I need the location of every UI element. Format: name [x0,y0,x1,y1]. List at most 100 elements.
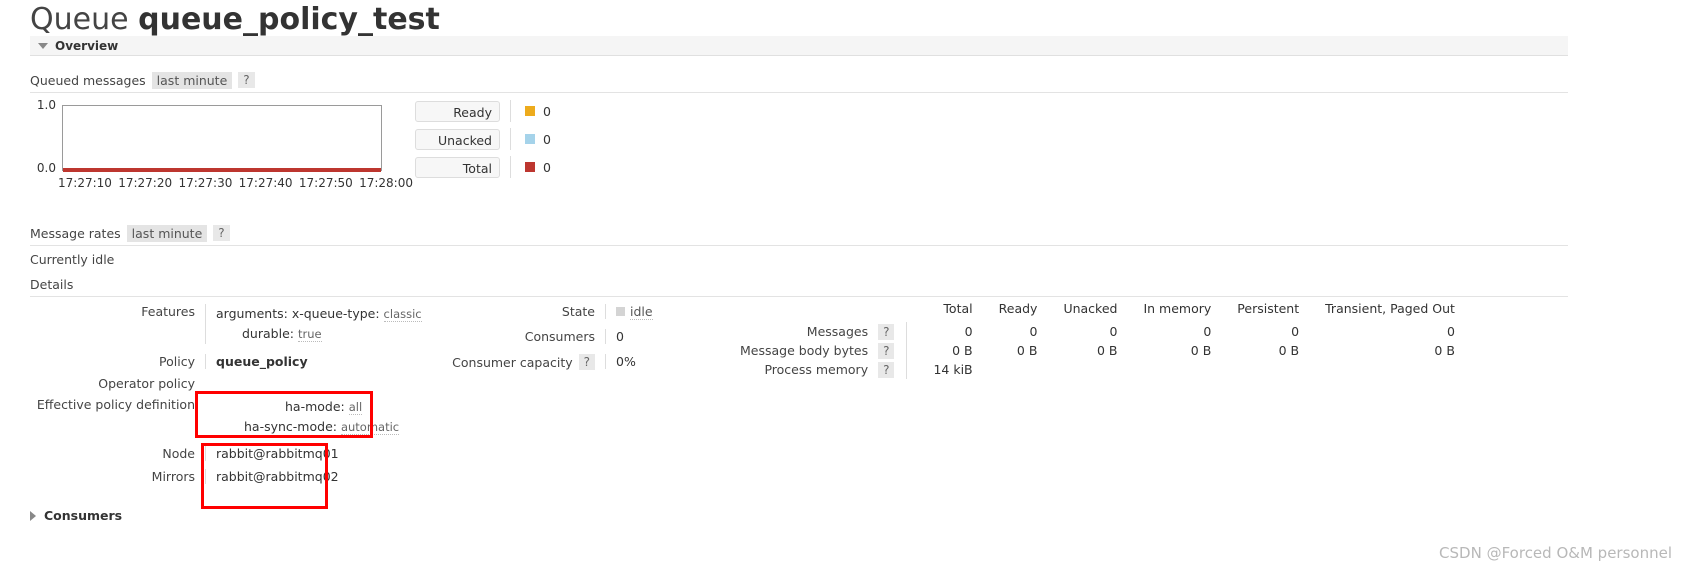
legend-row-total: Total 0 [415,156,551,178]
process-memory-ready [973,360,1038,379]
detail-row-consumers: Consumers 0 [380,329,624,344]
ha-mode-row: ha-mode: all [285,397,399,417]
legend-value-total: 0 [543,159,551,175]
body-bytes-unacked: 0 B [1096,343,1118,358]
legend-swatch-unacked [525,134,535,144]
policy-label: Policy [159,354,195,369]
effective-policy-definition-label: Effective policy definition [36,397,195,412]
legend-value-ready: 0 [543,103,551,119]
state-value: idle [630,304,653,320]
queue-stats-table: Total Ready Unacked In memory Persistent… [740,301,1455,379]
stats-col-total: Total [943,301,973,316]
detail-row-state: State idle [380,304,653,320]
body-bytes-persistent: 0 B [1278,343,1300,358]
messages-total: 0 [964,324,973,339]
ha-sync-mode-value: automatic [340,420,400,435]
features-label: Features [141,304,195,319]
message-rates-status: Currently idle [30,252,115,267]
process-memory-unacked [1037,360,1117,379]
y-axis-tick-min: 0.0 [36,161,56,175]
ha-sync-mode-row: ha-sync-mode: automatic [244,417,400,437]
chart-plot-area [62,105,382,172]
ha-sync-mode-key: ha-sync-mode: [244,419,337,434]
table-row: Message body bytes ? 0 B 0 B 0 B 0 B 0 B… [740,341,1455,360]
consumers-section-label: Consumers [44,508,123,523]
stats-col-in-memory: In memory [1143,301,1212,316]
ha-mode-value: all [348,400,363,415]
stats-row-label-process-memory: Process memory [764,362,869,377]
consumers-label: Consumers [524,329,595,344]
arguments-key: arguments: [216,306,288,321]
legend-button-total[interactable]: Total [415,156,500,178]
queue-detail-page: Queue queue_policy_test Overview Queued … [0,0,1686,570]
process-memory-transient-paged-out [1299,360,1455,379]
x-tick-3: 17:27:40 [238,176,293,190]
legend-row-ready: Ready 0 [415,100,551,122]
body-bytes-ready: 0 B [1016,343,1038,358]
body-bytes-transient-paged-out: 0 B [1434,343,1455,358]
consumer-capacity-value: 0% [605,354,636,369]
durable-key: durable: [242,326,294,341]
stats-col-unacked: Unacked [1063,301,1118,316]
watermark: CSDN @Forced O&M personnel [1439,544,1672,562]
state-label: State [561,304,595,319]
stats-table: Total Ready Unacked In memory Persistent… [740,301,1455,379]
overview-label: Overview [55,38,119,53]
page-title: Queue queue_policy_test [30,2,440,37]
legend-divider [510,100,511,122]
messages-persistent: 0 [1291,324,1300,339]
message-body-bytes-help-icon[interactable]: ? [878,343,895,359]
legend-divider [510,128,511,150]
queued-messages-header: Queued messages last minute ? [30,71,1568,93]
operator-policy-label: Operator policy [98,376,195,391]
queued-messages-label: Queued messages [30,72,146,88]
message-rates-period-chip[interactable]: last minute [126,224,208,242]
x-queue-type-key: x-queue-type: [291,306,380,321]
state-value-wrap: idle [605,304,653,320]
consumers-section-header[interactable]: Consumers [30,508,122,523]
legend-button-ready[interactable]: Ready [415,100,500,122]
ha-mode-key: ha-mode: [285,399,345,414]
table-row: Process memory ? 14 kiB [740,360,1455,379]
body-bytes-total: 0 B [952,343,973,358]
legend-divider [510,156,511,178]
message-rates-help-icon[interactable]: ? [213,225,230,241]
legend-swatch-total [525,162,535,172]
chart-legend: Ready 0 Unacked 0 Total 0 [415,100,551,184]
detail-row-features: Features arguments: x-queue-type: classi… [30,304,422,344]
queued-messages-period-chip[interactable]: last minute [151,71,233,89]
stats-row-label-message-body-bytes: Message body bytes [740,343,869,358]
detail-row-node: Node rabbit@rabbitmq01 [30,446,339,461]
stats-row-label-messages: Messages [806,324,869,339]
legend-value-unacked: 0 [543,131,551,147]
consumer-capacity-help-icon[interactable]: ? [578,354,595,370]
messages-unacked: 0 [1109,324,1118,339]
body-bytes-in-memory: 0 B [1190,343,1212,358]
process-memory-in-memory [1117,360,1211,379]
legend-button-unacked[interactable]: Unacked [415,128,500,150]
message-rates-label: Message rates [30,225,121,241]
consumers-value: 0 [605,329,624,344]
stats-col-transient-paged-out: Transient, Paged Out [1325,301,1455,316]
stats-header-row: Total Ready Unacked In memory Persistent… [740,301,1455,322]
detail-row-consumer-capacity: Consumer capacity ? 0% [380,354,636,370]
messages-ready: 0 [1029,324,1038,339]
stats-col-ready: Ready [998,301,1038,316]
detail-row-operator-policy: Operator policy [30,376,215,391]
x-tick-4: 17:27:50 [298,176,353,190]
process-memory-help-icon[interactable]: ? [878,362,895,378]
x-tick-5: 17:28:00 [359,176,413,190]
queued-messages-help-icon[interactable]: ? [238,72,255,88]
page-title-prefix: Queue [30,2,129,37]
detail-row-policy: Policy queue_policy [30,354,308,369]
messages-help-icon[interactable]: ? [878,324,895,340]
chart-series-total-line [63,168,381,172]
stats-corner-cell [740,301,907,322]
policy-value[interactable]: queue_policy [205,354,308,369]
overview-section-header[interactable]: Overview [30,36,1568,56]
stats-col-persistent: Persistent [1237,301,1300,316]
x-tick-1: 17:27:20 [118,176,173,190]
legend-row-unacked: Unacked 0 [415,128,551,150]
process-memory-persistent [1211,360,1299,379]
message-rates-header: Message rates last minute ? [30,224,1568,246]
